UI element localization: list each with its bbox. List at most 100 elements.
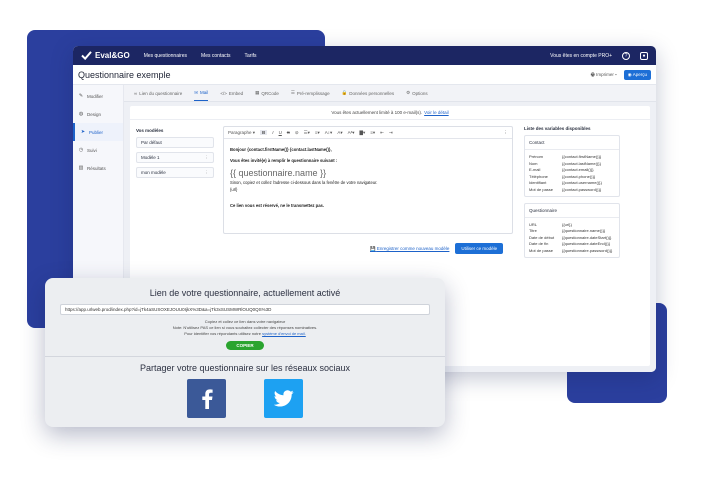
sidebar-item-resultats[interactable]: ▥ Résultats bbox=[73, 159, 123, 177]
save-icon: 💾 bbox=[370, 245, 376, 251]
tab-label: Embed bbox=[228, 90, 244, 96]
share-title: Partager votre questionnaire sur les rés… bbox=[139, 363, 351, 373]
paragraph-select[interactable]: Paragraphe ▾ bbox=[228, 130, 255, 136]
logo[interactable]: Eval&GO bbox=[81, 51, 130, 60]
mail-editor[interactable]: Paragraphe ▾ B I U S ⊘ ☰▾ ≡▾ A↕▾ A▾ Aᵃ▾ … bbox=[223, 126, 513, 234]
align-icon[interactable]: ≡▾ bbox=[370, 130, 375, 136]
tab-bar: ∞ Lien du questionnaire ✉ Mail </> Embed ▦ Q… bbox=[124, 85, 656, 102]
indent-icon[interactable]: ⇤ bbox=[380, 130, 384, 136]
variable-label: Date de fin bbox=[529, 241, 549, 246]
tab-label: Mail bbox=[200, 90, 209, 95]
copy-button[interactable]: COPIER bbox=[226, 341, 264, 350]
preview-button[interactable]: ◉ Aperçu bbox=[623, 69, 651, 80]
limit-detail-link[interactable]: Voir le détail bbox=[424, 110, 449, 115]
tab-preremplissage[interactable]: ☰ Pré-remplissage bbox=[291, 85, 330, 101]
sidebar-item-modifier[interactable]: ✎ Modifier bbox=[73, 87, 123, 105]
questionnaire-url-field[interactable]: https://app.urlweb.prod/index.php?id=jTk… bbox=[60, 304, 430, 315]
contact-variables-title: Contact bbox=[525, 136, 619, 150]
sidebar-item-design[interactable]: ◍ Design bbox=[73, 105, 123, 123]
italic-icon[interactable]: I bbox=[272, 130, 273, 135]
contact-variables-list: Prénom {{contact.firstName()}} Nom {{conta… bbox=[525, 150, 619, 196]
variable-tag[interactable]: {{questionnaire.name()}} bbox=[562, 228, 615, 233]
variable-label: Téléphone bbox=[529, 173, 548, 179]
questionnaire-variables: Questionnaire URL {{url}} Titre {{question… bbox=[524, 202, 620, 258]
variable-label: Titre bbox=[529, 228, 537, 233]
model-label: Par défaut bbox=[141, 140, 162, 145]
tab-donnees[interactable]: 🔒 Données personnelles bbox=[342, 85, 394, 101]
clock-icon: ◷ bbox=[78, 147, 84, 153]
help-icon[interactable]: ? bbox=[622, 51, 630, 60]
lock-icon: 🔒 bbox=[341, 90, 348, 95]
tab-embed[interactable]: </> Embed bbox=[220, 85, 243, 101]
tab-label: QRCode bbox=[261, 90, 279, 96]
nav-tarifs[interactable]: Tarifs bbox=[245, 53, 257, 59]
model-item[interactable]: Par défaut bbox=[136, 137, 214, 148]
bullet-list-icon[interactable]: ☰▾ bbox=[304, 130, 310, 136]
eye-icon: ◉ bbox=[627, 71, 632, 77]
link-icon[interactable]: ⊘ bbox=[295, 130, 299, 136]
bold-icon[interactable]: B bbox=[260, 130, 268, 135]
account-status: Vous êtes en compte PRO+ bbox=[550, 52, 612, 59]
print-button[interactable]: 🖶 Imprimer ▾ bbox=[591, 71, 617, 79]
variable-tag[interactable]: {{questionnaire.password()}} bbox=[562, 248, 615, 253]
nav-contacts[interactable]: Mes contacts bbox=[201, 53, 230, 59]
tab-label: Options bbox=[412, 90, 428, 96]
underline-icon[interactable]: U bbox=[279, 130, 282, 135]
variable-tag[interactable]: {{contact.password()}} bbox=[562, 187, 615, 192]
twitter-button[interactable] bbox=[264, 379, 303, 418]
paragraph-select-label: Paragraphe bbox=[228, 129, 252, 135]
variable-tag[interactable]: {{contact.phone()}} bbox=[562, 174, 615, 179]
use-model-button[interactable]: Utiliser ce modèle bbox=[455, 243, 504, 254]
limit-text: Vous êtes actuellement limité à 100 e-ma… bbox=[331, 110, 423, 115]
models-heading: Vos modèles bbox=[136, 128, 164, 133]
mail-icon: ✉ bbox=[194, 89, 199, 95]
model-item[interactable]: Modèle 1 ⋮ bbox=[136, 152, 214, 163]
facebook-button[interactable] bbox=[187, 379, 226, 418]
model-item[interactable]: mon modèle ⋮ bbox=[136, 167, 214, 178]
sidebar-item-publier[interactable]: ➤ Publier bbox=[73, 123, 123, 141]
sidebar-item-label: Résultats bbox=[87, 165, 106, 171]
more-options-icon[interactable]: ⋮ bbox=[504, 130, 509, 136]
variable-label: Mot de passe bbox=[529, 186, 554, 192]
text-style-icon[interactable]: Aᵃ▾ bbox=[348, 130, 355, 136]
mail-invite: Vous êtes invité(e) à remplir le questio… bbox=[230, 157, 338, 163]
twitter-icon bbox=[273, 390, 294, 407]
highlight-icon[interactable]: ▇▾ bbox=[360, 130, 366, 136]
font-color-icon[interactable]: A▾ bbox=[337, 130, 342, 136]
more-icon[interactable]: ⋮ bbox=[205, 155, 210, 161]
variable-label: Identifiant bbox=[529, 180, 547, 185]
numbered-list-icon[interactable]: ≡▾ bbox=[315, 130, 320, 136]
variable-tag[interactable]: {{contact.firstName()}} bbox=[562, 154, 615, 159]
tab-lien[interactable]: ∞ Lien du questionnaire bbox=[134, 85, 182, 101]
mail-url-tag: {url} bbox=[230, 186, 238, 192]
variable-tag[interactable]: {{contact.lastName()}} bbox=[562, 161, 615, 166]
save-as-new-model-link[interactable]: 💾 Enregistrer comme nouveau modèle bbox=[370, 246, 449, 252]
user-icon[interactable]: ● bbox=[640, 51, 648, 60]
divider bbox=[45, 356, 445, 357]
sidebar-item-suivi[interactable]: ◷ Suivi bbox=[73, 141, 123, 159]
link-icon: ∞ bbox=[134, 90, 138, 96]
tab-label: Pré-remplissage bbox=[296, 90, 330, 96]
tab-qrcode[interactable]: ▦ QRCode bbox=[255, 85, 279, 101]
variable-tag[interactable]: {{contact.email()}} bbox=[562, 167, 615, 172]
variable-tag[interactable]: {{url}} bbox=[562, 222, 615, 227]
variable-tag[interactable]: {{questionnaire.dateEnd()}} bbox=[562, 241, 615, 246]
strikethrough-icon[interactable]: S bbox=[287, 130, 290, 135]
limit-banner: Vous êtes actuellement limité à 100 e-ma… bbox=[130, 106, 650, 120]
tab-options[interactable]: ⚙ Options bbox=[406, 85, 428, 101]
editor-toolbar: Paragraphe ▾ B I U S ⊘ ☰▾ ≡▾ A↕▾ A▾ Aᵃ▾ … bbox=[224, 127, 512, 139]
outdent-icon[interactable]: ⇥ bbox=[389, 130, 393, 136]
mail-system-link[interactable]: système d'envoi de mail. bbox=[262, 331, 306, 336]
save-link-label: Enregistrer comme nouveau modèle bbox=[376, 245, 450, 251]
questionnaire-variables-list: URL {{url}} Titre {{questionnaire.name()}}… bbox=[525, 218, 619, 257]
more-icon[interactable]: ⋮ bbox=[205, 170, 210, 176]
font-size-icon[interactable]: A↕▾ bbox=[325, 130, 333, 136]
editor-body: Bonjour {contact.firstName()} {contact.l… bbox=[224, 139, 512, 218]
tab-mail[interactable]: ✉ Mail bbox=[194, 85, 209, 101]
variable-tag[interactable]: {{questionnaire.dateStart()}} bbox=[562, 235, 615, 240]
link-card-title: Lien de votre questionnaire, actuellemen… bbox=[149, 288, 341, 298]
nav-questionnaires[interactable]: Mes questionnaires bbox=[144, 53, 187, 59]
variable-tag[interactable]: {{contact.username()}} bbox=[562, 180, 615, 185]
mail-greeting: Bonjour {contact.firstName()} {contact.l… bbox=[230, 147, 332, 152]
tab-label: Lien du questionnaire bbox=[139, 90, 183, 96]
